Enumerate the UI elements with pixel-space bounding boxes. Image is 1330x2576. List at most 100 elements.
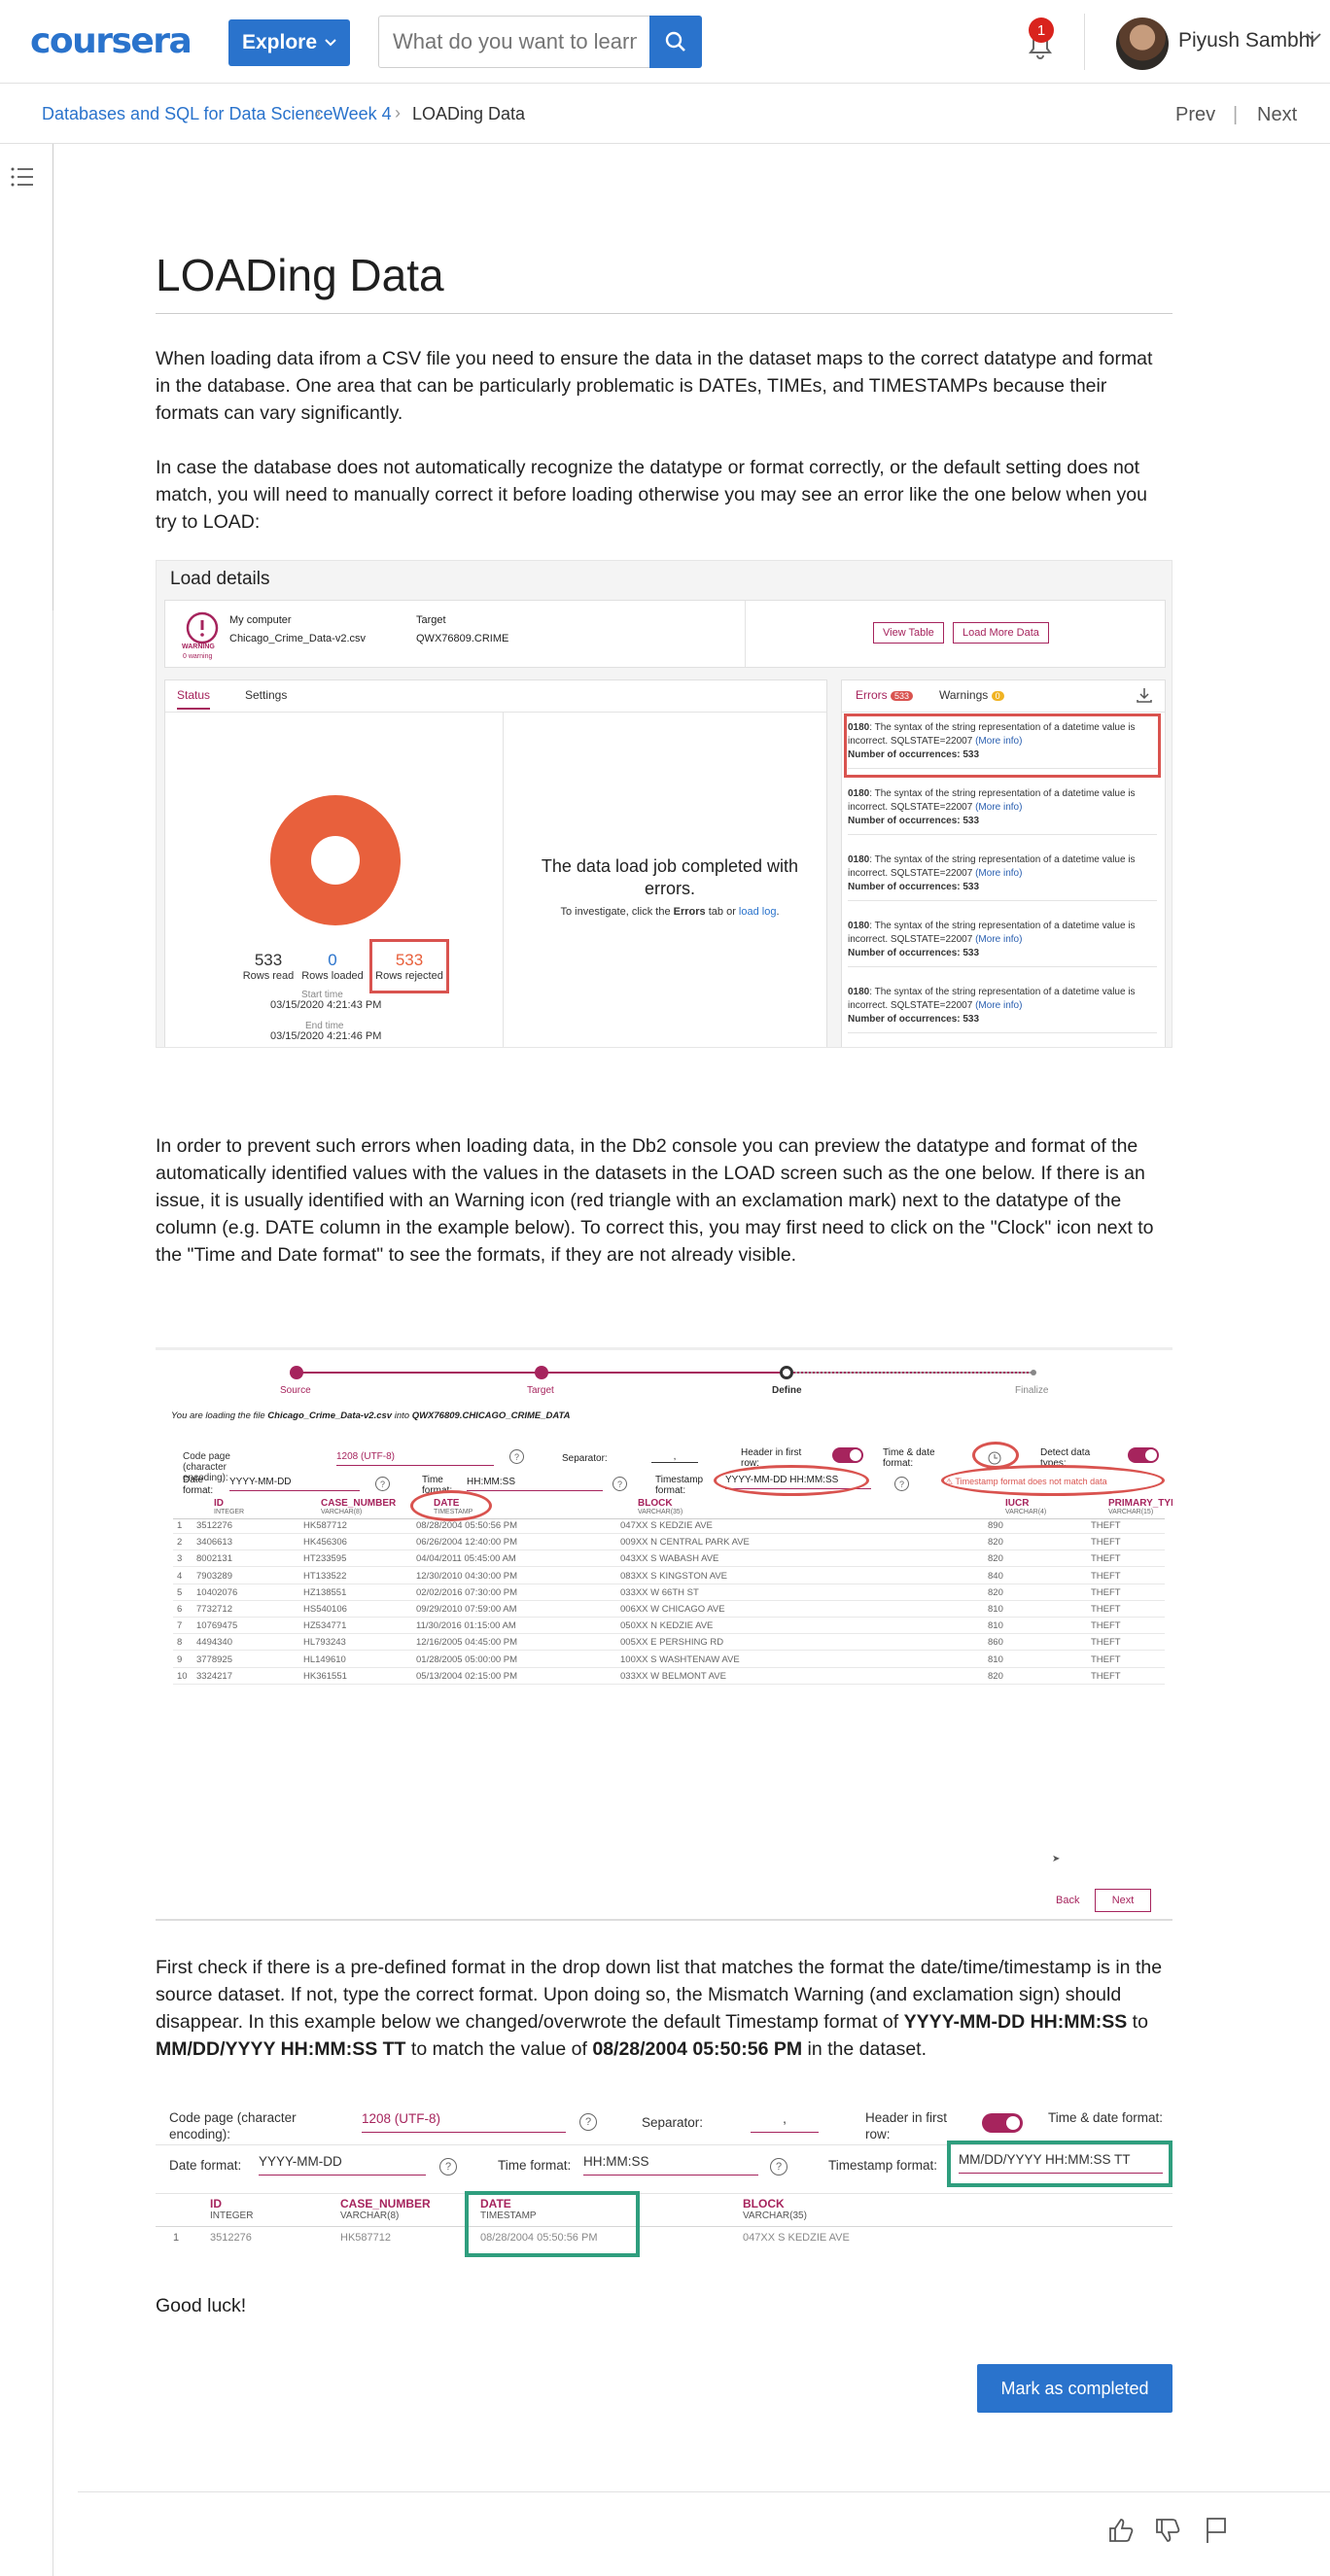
table-cell: THEFT (1091, 1537, 1121, 1549)
error-highlight-box (844, 714, 1161, 778)
tab-errors[interactable]: Errors 533 (856, 688, 914, 702)
prev-link[interactable]: Prev (1175, 104, 1215, 126)
rejected-donut-chart (270, 795, 401, 925)
download-icon[interactable] (1136, 686, 1153, 704)
step-finalize-label: Finalize (1015, 1385, 1049, 1396)
error-occurrences: Number of occurrences: 533 (848, 1014, 980, 1025)
clock-highlight-ellipse (972, 1442, 1019, 1469)
divider (78, 2491, 1330, 2492)
column-name: BLOCK (743, 2197, 785, 2210)
divider (842, 712, 1165, 713)
chevron-down-icon[interactable] (1306, 33, 1321, 43)
detect-types-toggle[interactable] (1128, 1447, 1159, 1463)
load-more-data-button[interactable]: Load More Data (953, 622, 1049, 644)
tab-warnings[interactable]: Warnings 0 (939, 688, 1004, 702)
view-table-button[interactable]: View Table (873, 622, 944, 644)
table-cell: 047XX S KEDZIE AVE (743, 2232, 850, 2244)
help-icon[interactable]: ? (612, 1477, 627, 1491)
warning-icon (186, 611, 219, 644)
flag-icon[interactable] (1204, 2516, 1229, 2545)
column-name: IUCR (1005, 1498, 1030, 1509)
avatar[interactable] (1116, 17, 1169, 70)
help-icon[interactable]: ? (579, 2113, 597, 2131)
help-icon[interactable]: ? (509, 1449, 524, 1464)
breadcrumb-week[interactable]: Week 4 (332, 104, 392, 124)
separator-input[interactable]: , (751, 2111, 819, 2133)
table-cell: 3778925 (196, 1654, 232, 1665)
step-target-dot (535, 1366, 548, 1379)
table-cell: 7 (177, 1620, 183, 1632)
help-icon[interactable]: ? (894, 1477, 909, 1491)
search-icon (665, 31, 685, 52)
header-row-toggle[interactable] (982, 2113, 1023, 2133)
table-cell: 3406613 (196, 1537, 232, 1549)
table-cell: 12/16/2005 04:45:00 PM (416, 1637, 518, 1649)
next-link[interactable]: Next (1257, 104, 1297, 126)
table-cell: 033XX W 66TH ST (620, 1586, 699, 1598)
search-button[interactable] (649, 16, 702, 68)
date-format-select[interactable]: YYYY-MM-DD (259, 2154, 426, 2176)
code-page-select[interactable]: 1208 (UTF-8) (336, 1451, 494, 1466)
help-icon[interactable]: ? (375, 1477, 390, 1491)
rows-read-value: 533 (254, 951, 283, 969)
column-type: INTEGER (210, 2210, 254, 2221)
breadcrumb-course[interactable]: Databases and SQL for Data Science (42, 104, 333, 124)
status-panel: Status Settings 533 Rows read 0 Rows loa… (164, 679, 827, 1047)
table-cell: 3324217 (196, 1670, 232, 1682)
back-button[interactable]: Back (1056, 1895, 1079, 1906)
error-occurrences: Number of occurrences: 533 (848, 882, 980, 892)
outline-toggle[interactable] (0, 144, 53, 610)
next-button[interactable]: Next (1095, 1889, 1151, 1912)
fix-text-2: to (1127, 2011, 1148, 2033)
table-cell: HZ534771 (303, 1620, 347, 1632)
table-cell: 820 (988, 1537, 1003, 1549)
table-cell: 5 (177, 1586, 183, 1598)
table-row: 2 3406613 HK456306 06/26/2004 12:40:00 PM 00… (173, 1534, 1165, 1551)
error-item[interactable]: 0180: The syntax of the string represent… (848, 986, 1157, 1033)
header-row-toggle[interactable] (832, 1447, 863, 1463)
table-cell: HT233595 (303, 1553, 347, 1565)
column-name: CASE_NUMBER (340, 2197, 431, 2210)
coursera-logo[interactable]: coursera (30, 21, 192, 61)
thumbs-down-icon[interactable] (1153, 2516, 1182, 2545)
table-cell: 3512276 (210, 2232, 252, 2244)
time-format-select[interactable]: HH:MM:SS (583, 2154, 758, 2176)
error-code: 0180 (848, 854, 870, 865)
mark-as-completed-button[interactable]: Mark as completed (977, 2364, 1172, 2413)
more-info-link[interactable]: (More info) (975, 934, 1022, 945)
more-info-link[interactable]: (More info) (975, 868, 1022, 879)
help-icon[interactable]: ? (770, 2158, 788, 2176)
errors-count-badge: 533 (891, 691, 914, 701)
more-info-link[interactable]: (More info) (975, 1000, 1022, 1011)
search-input[interactable] (378, 16, 650, 68)
help-icon[interactable]: ? (439, 2158, 457, 2176)
rows-loaded-value: 0 (328, 951, 337, 969)
explore-label: Explore (241, 31, 318, 53)
user-name[interactable]: Piyush Sambhi (1178, 29, 1314, 52)
explore-button[interactable]: Explore (228, 19, 350, 66)
column-type: VARCHAR(35) (638, 1509, 683, 1515)
table-cell: THEFT (1091, 1553, 1121, 1565)
code-page-select[interactable]: 1208 (UTF-8) (362, 2111, 566, 2133)
error-item[interactable]: 0180: The syntax of the string represent… (848, 920, 1157, 967)
header-row-label: Header in first row: (865, 2110, 948, 2141)
time-format-label: Time format: (498, 2158, 572, 2173)
tab-settings[interactable]: Settings (245, 688, 287, 702)
table-cell: 2 (177, 1537, 183, 1549)
time-format-select[interactable]: HH:MM:SS (467, 1477, 603, 1491)
rejected-highlight-box (369, 939, 449, 993)
table-cell: THEFT (1091, 1654, 1121, 1665)
load-log-link[interactable]: load log (739, 906, 777, 918)
error-item[interactable]: 0180: The syntax of the string represent… (848, 853, 1157, 901)
separator-input[interactable]: , (651, 1451, 698, 1463)
table-header-row: ID INTEGER CASE_NUMBER VARCHAR(8) DATE T… (173, 1498, 1172, 1519)
more-info-link[interactable]: (More info) (975, 802, 1022, 813)
date-format-select[interactable]: YYYY-MM-DD (229, 1477, 360, 1491)
table-cell: 033XX W BELMONT AVE (620, 1670, 726, 1682)
table-cell: 10 (177, 1670, 188, 1682)
date-format-label: Date format: (169, 2158, 242, 2173)
tab-status[interactable]: Status (177, 688, 211, 710)
thumbs-up-icon[interactable] (1106, 2516, 1136, 2545)
paragraph-fix: First check if there is a pre-defined fo… (156, 1954, 1172, 2063)
error-item[interactable]: 0180: The syntax of the string represent… (848, 787, 1157, 835)
